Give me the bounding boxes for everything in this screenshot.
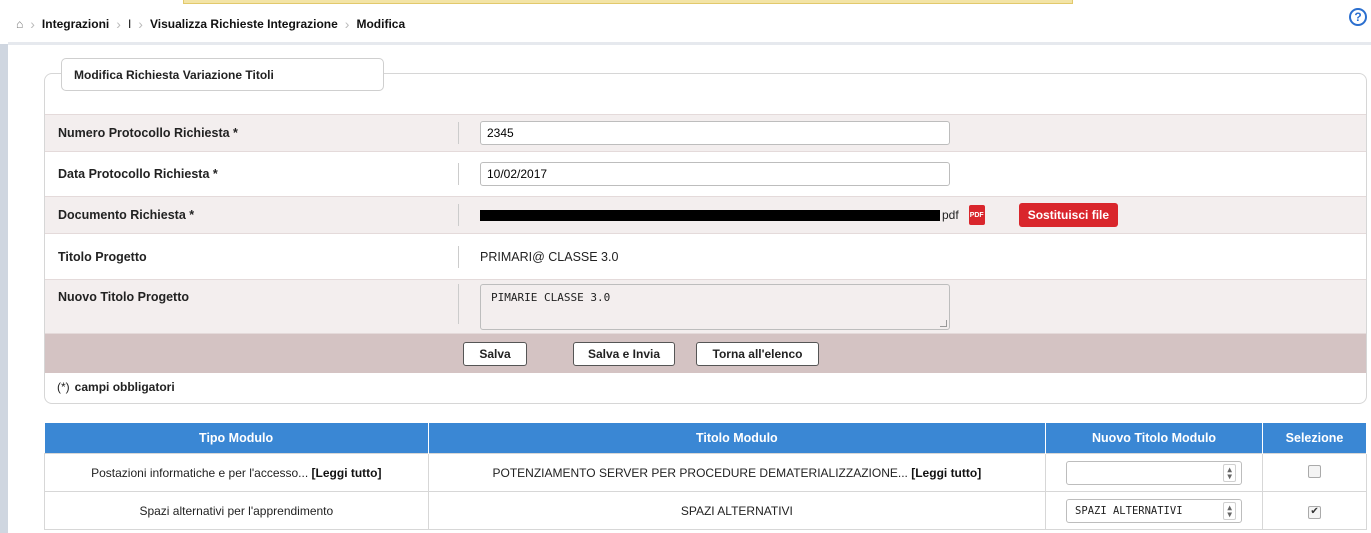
spinner-arrows-icon[interactable]: ▲ ▼ — [1223, 501, 1237, 520]
titolo-cell: SPAZI ALTERNATIVI — [427, 491, 1047, 530]
nuovo-titolo-text: PIMARIE CLASSE 3.0 — [491, 291, 611, 304]
breadcrumb-i[interactable]: I — [128, 17, 131, 31]
selezione-checkbox[interactable] — [1308, 464, 1322, 478]
data-protocollo-label: Data Protocollo Richiesta * — [58, 167, 218, 181]
col-titolo-modulo[interactable]: Titolo Modulo — [428, 423, 1047, 454]
titolo-cell: POTENZIAMENTO SERVER PER PROCEDURE DEMAT… — [427, 453, 1047, 492]
tipo-cell: Postazioni informatiche e per l'accesso.… — [44, 453, 429, 492]
redacted-filename — [480, 209, 940, 221]
breadcrumb-modifica: Modifica — [356, 17, 406, 31]
titolo-text: POTENZIAMENTO SERVER PER PROCEDURE DEMAT… — [492, 465, 908, 480]
leggi-tutto-link[interactable]: [Leggi tutto] — [911, 466, 981, 480]
tipo-cell: Spazi alternativi per l'apprendimento — [44, 491, 429, 530]
moduli-table: Tipo Modulo Titolo Modulo Nuovo Titolo M… — [44, 423, 1367, 530]
tipo-text: Postazioni informatiche e per l'accesso.… — [91, 465, 309, 480]
breadcrumb-visualizza[interactable]: Visualizza Richieste Integrazione — [150, 17, 338, 31]
titolo-progetto-label: Titolo Progetto — [58, 250, 147, 264]
nuovo-titolo-spinner[interactable]: SPAZI ALTERNATIVI ▲ ▼ — [1066, 498, 1243, 523]
table-row: Spazi alternativi per l'apprendimento SP… — [44, 491, 1367, 530]
breadcrumb-separator: › — [138, 16, 143, 32]
notification-strip — [183, 0, 1073, 4]
row-documento: Documento Richiesta * pdf PDF Sostituisc… — [45, 196, 1366, 234]
file-extension: pdf — [942, 208, 959, 222]
row-divider — [458, 204, 459, 226]
selezione-checkbox-checked[interactable]: ✔ — [1308, 505, 1322, 519]
row-data-protocollo: Data Protocollo Richiesta * — [45, 155, 1366, 193]
documento-label: Documento Richiesta * — [58, 208, 195, 222]
titolo-progetto-value: PRIMARI@ CLASSE 3.0 — [480, 250, 619, 264]
col-selezione[interactable]: Selezione — [1262, 423, 1367, 454]
row-divider — [458, 284, 459, 324]
resize-grip[interactable] — [940, 320, 947, 327]
numero-protocollo-label: Numero Protocollo Richiesta * — [58, 126, 238, 140]
row-divider — [458, 246, 459, 268]
salva-button[interactable]: Salva — [463, 342, 527, 366]
required-note: (*) campi obbligatori — [57, 380, 175, 394]
breadcrumb-separator: › — [344, 16, 350, 32]
breadcrumb-integrazioni[interactable]: Integrazioni — [42, 17, 109, 31]
breadcrumb: ⌂ › Integrazioni › I › Visualizza Richie… — [0, 6, 1371, 42]
leggi-tutto-link[interactable]: [Leggi tutto] — [312, 466, 382, 480]
row-divider — [458, 163, 459, 185]
required-marker: (*) — [57, 380, 70, 394]
row-divider — [458, 122, 459, 144]
titolo-text: SPAZI ALTERNATIVI — [680, 503, 793, 518]
row-nuovo-titolo: Nuovo Titolo Progetto PIMARIE CLASSE 3.0 — [45, 279, 1366, 334]
action-bar: Salva Salva e Invia Torna all'elenco — [45, 334, 1366, 373]
row-titolo-progetto: Titolo Progetto PRIMARI@ CLASSE 3.0 — [45, 238, 1366, 276]
left-edge-bar — [0, 44, 8, 533]
data-protocollo-input[interactable] — [480, 162, 950, 186]
home-icon[interactable]: ⌂ — [16, 17, 23, 31]
numero-protocollo-input[interactable] — [480, 121, 950, 145]
breadcrumb-separator: › — [30, 16, 35, 32]
torna-elenco-button[interactable]: Torna all'elenco — [696, 342, 819, 366]
form-legend: Modifica Richiesta Variazione Titoli — [61, 58, 384, 91]
pdf-icon[interactable]: PDF — [968, 205, 985, 225]
tipo-text: Spazi alternativi per l'apprendimento — [139, 503, 334, 518]
nuovo-titolo-label: Nuovo Titolo Progetto — [58, 290, 190, 304]
spinner-arrows-icon[interactable]: ▲ ▼ — [1223, 463, 1237, 482]
nuovo-titolo-cell: SPAZI ALTERNATIVI ▲ ▼ — [1045, 491, 1264, 530]
breadcrumb-separator: › — [116, 16, 121, 32]
table-row: Postazioni informatiche e per l'accesso.… — [44, 453, 1367, 492]
selezione-cell: ✔ — [1262, 491, 1367, 530]
required-text: campi obbligatori — [74, 380, 175, 394]
selezione-cell — [1262, 453, 1367, 492]
nuovo-titolo-spinner[interactable]: ▲ ▼ — [1066, 460, 1243, 485]
spinner-value: SPAZI ALTERNATIVI — [1075, 504, 1183, 517]
sostituisci-file-button[interactable]: Sostituisci file — [1018, 203, 1119, 227]
nuovo-titolo-cell: ▲ ▼ — [1045, 453, 1264, 492]
nuovo-titolo-textarea[interactable]: PIMARIE CLASSE 3.0 — [480, 284, 950, 330]
row-numero-protocollo: Numero Protocollo Richiesta * — [45, 114, 1366, 152]
header-divider — [8, 42, 1371, 45]
salva-invia-button[interactable]: Salva e Invia — [573, 342, 675, 366]
help-icon[interactable]: ? — [1349, 8, 1367, 26]
col-tipo-modulo[interactable]: Tipo Modulo — [44, 423, 429, 454]
col-nuovo-titolo-modulo[interactable]: Nuovo Titolo Modulo — [1045, 423, 1264, 454]
table-header-row: Tipo Modulo Titolo Modulo Nuovo Titolo M… — [44, 423, 1367, 454]
